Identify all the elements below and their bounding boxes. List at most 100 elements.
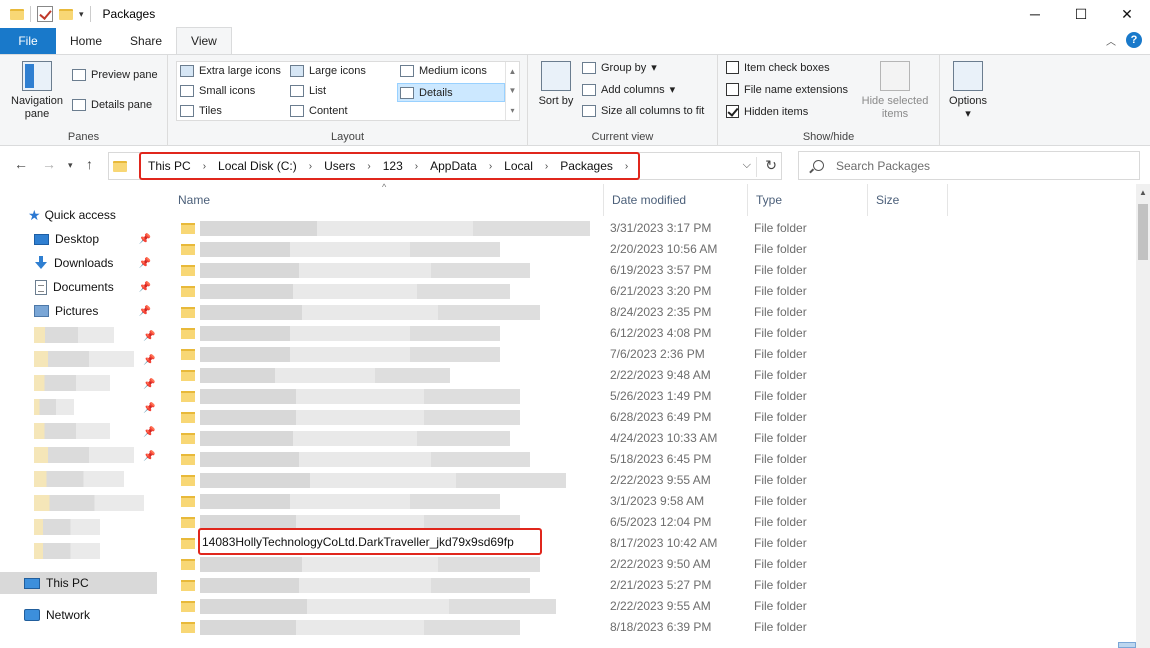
table-row[interactable]: 2/22/2023 9:55 AM File folder <box>170 470 1136 491</box>
table-row[interactable]: 6/21/2023 3:20 PM File folder <box>170 281 1136 302</box>
hidden-items-checkbox[interactable] <box>726 105 739 118</box>
crumb-this-pc[interactable]: This PC <box>148 159 191 173</box>
redacted-file-name[interactable] <box>200 557 540 572</box>
redacted-nav-item[interactable] <box>34 543 100 559</box>
table-row[interactable]: 5/18/2023 6:45 PM File folder <box>170 449 1136 470</box>
redacted-file-name[interactable] <box>200 473 566 488</box>
vertical-scrollbar[interactable]: ▲ <box>1118 184 1150 648</box>
pin-icon[interactable]: 📌 <box>143 355 155 366</box>
item-check-boxes-checkbox[interactable] <box>726 61 739 74</box>
crumb-local[interactable]: Local <box>504 159 533 173</box>
preview-pane-button[interactable]: Preview pane <box>72 69 158 81</box>
help-icon[interactable]: ? <box>1126 32 1142 48</box>
table-row[interactable]: 6/28/2023 6:49 PM File folder <box>170 407 1136 428</box>
layout-large-icons[interactable]: Large icons <box>290 65 366 77</box>
file-name-extensions-toggle[interactable]: File name extensions <box>726 83 848 96</box>
redacted-nav-item[interactable] <box>34 471 124 487</box>
details-view-icon[interactable] <box>1118 642 1136 648</box>
redacted-nav-item[interactable] <box>34 423 110 439</box>
nav-pictures[interactable]: Pictures 📌 <box>0 300 157 322</box>
redacted-nav-item[interactable] <box>34 351 134 367</box>
redacted-file-name[interactable] <box>200 494 500 509</box>
redacted-file-name[interactable] <box>200 599 556 614</box>
layout-small-icons[interactable]: Small icons <box>180 85 255 97</box>
sort-by-button[interactable]: Sort by <box>536 61 576 108</box>
chevron-right-icon[interactable]: › <box>489 161 492 172</box>
redacted-nav-item[interactable] <box>34 375 110 391</box>
redacted-file-name[interactable] <box>200 263 530 278</box>
options-button[interactable]: Options ▾ <box>944 61 992 121</box>
pin-icon[interactable]: 📌 <box>143 379 155 390</box>
nav-this-pc[interactable]: This PC <box>0 572 157 594</box>
redacted-nav-item[interactable] <box>34 495 144 511</box>
table-row[interactable]: 5/26/2023 1:49 PM File folder <box>170 386 1136 407</box>
table-row[interactable]: 4/24/2023 10:33 AM File folder <box>170 428 1136 449</box>
redacted-file-name[interactable] <box>200 620 520 635</box>
nav-desktop[interactable]: Desktop 📌 <box>0 228 157 250</box>
redacted-file-name[interactable] <box>200 578 530 593</box>
table-row[interactable]: 2/22/2023 9:48 AM File folder <box>170 365 1136 386</box>
table-row[interactable]: 14083HollyTechnologyCoLtd.DarkTraveller_… <box>170 528 1136 555</box>
pin-icon[interactable]: 📌 <box>143 403 155 414</box>
minimize-ribbon-icon[interactable]: ︿ <box>1106 33 1116 48</box>
redacted-nav-item[interactable] <box>34 399 74 415</box>
redacted-file-name[interactable] <box>200 221 590 236</box>
redacted-file-name[interactable] <box>200 431 510 446</box>
nav-quick-access[interactable]: ★ Quick access <box>0 204 157 226</box>
nav-documents[interactable]: Documents 📌 <box>0 276 157 298</box>
table-row[interactable]: 2/20/2023 10:56 AM File folder <box>170 239 1136 260</box>
redacted-file-name[interactable] <box>200 284 510 299</box>
redacted-nav-item[interactable] <box>34 519 100 535</box>
refresh-icon[interactable]: ↻ <box>756 157 777 177</box>
pin-icon[interactable]: 📌 <box>139 282 151 293</box>
tab-view[interactable]: View <box>176 27 232 54</box>
up-arrow-icon[interactable]: ↑ <box>86 156 93 172</box>
pin-icon[interactable]: 📌 <box>139 234 151 245</box>
item-check-boxes-toggle[interactable]: Item check boxes <box>726 61 830 74</box>
nav-network[interactable]: Network <box>0 604 157 626</box>
pin-icon[interactable]: 📌 <box>143 331 155 342</box>
redacted-file-name[interactable] <box>200 452 530 467</box>
tab-file[interactable]: File <box>0 28 56 54</box>
chevron-right-icon[interactable]: › <box>203 161 206 172</box>
navigation-pane-button[interactable]: Navigation pane <box>6 61 68 121</box>
chevron-right-icon[interactable]: › <box>545 161 548 172</box>
table-row[interactable]: 2/22/2023 9:55 AM File folder <box>170 596 1136 617</box>
layout-scroll[interactable]: ▲ ▼ ▾ <box>505 62 519 120</box>
redacted-file-name[interactable] <box>200 368 450 383</box>
crumb-appdata[interactable]: AppData <box>430 159 477 173</box>
crumb-local-disk[interactable]: Local Disk (C:) <box>218 159 297 173</box>
layout-medium-icons[interactable]: Medium icons <box>400 65 487 77</box>
file-name-extensions-checkbox[interactable] <box>726 83 739 96</box>
minimize-button[interactable]: ─ <box>1012 0 1058 28</box>
tab-home[interactable]: Home <box>56 28 116 54</box>
crumb-packages[interactable]: Packages <box>560 159 613 173</box>
chevron-right-icon[interactable]: › <box>625 161 628 172</box>
chevron-up-icon[interactable]: ▲ <box>509 67 517 76</box>
new-folder-icon[interactable] <box>59 8 73 20</box>
table-row[interactable]: 6/19/2023 3:57 PM File folder <box>170 260 1136 281</box>
hide-selected-items-button[interactable]: Hide selected items <box>858 61 932 121</box>
column-size[interactable]: Size <box>868 184 948 216</box>
table-row[interactable]: 2/21/2023 5:27 PM File folder <box>170 575 1136 596</box>
column-date-modified[interactable]: Date modified <box>604 184 748 216</box>
add-columns-button[interactable]: Add columns ▾ <box>582 83 675 96</box>
hidden-items-toggle[interactable]: Hidden items <box>726 105 808 118</box>
pin-icon[interactable]: 📌 <box>139 258 151 269</box>
scroll-up-icon[interactable]: ▲ <box>1139 188 1147 197</box>
file-name[interactable]: 14083HollyTechnologyCoLtd.DarkTraveller_… <box>198 528 542 555</box>
chevron-right-icon[interactable]: › <box>415 161 418 172</box>
group-by-button[interactable]: Group by ▾ <box>582 61 657 74</box>
nav-downloads[interactable]: Downloads 📌 <box>0 252 157 274</box>
redacted-file-name[interactable] <box>200 242 500 257</box>
redacted-nav-item[interactable] <box>34 447 134 463</box>
table-row[interactable]: 8/24/2023 2:35 PM File folder <box>170 302 1136 323</box>
redacted-file-name[interactable] <box>200 326 500 341</box>
table-row[interactable]: 3/31/2023 3:17 PM File folder <box>170 218 1136 239</box>
size-all-columns-button[interactable]: Size all columns to fit <box>582 105 704 117</box>
column-type[interactable]: Type <box>748 184 868 216</box>
search-box[interactable] <box>798 151 1140 180</box>
chevron-right-icon[interactable]: › <box>309 161 312 172</box>
scroll-thumb[interactable] <box>1138 204 1148 260</box>
maximize-button[interactable]: ☐ <box>1058 0 1104 28</box>
